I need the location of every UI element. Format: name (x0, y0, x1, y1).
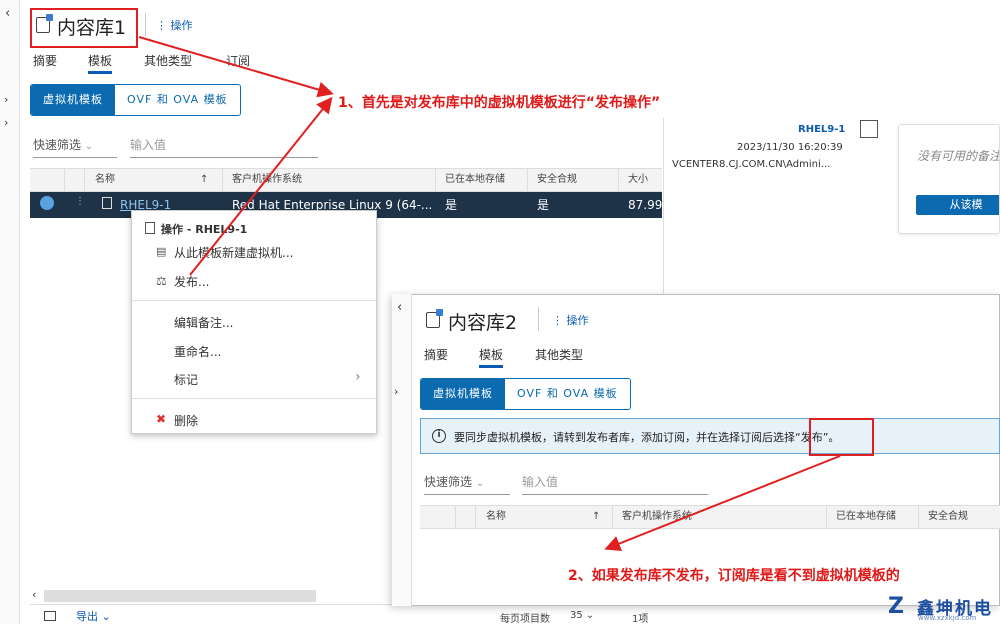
highlight-box-publish (809, 418, 874, 456)
arrow-to-empty-table (604, 455, 841, 552)
watermark-logo-icon: Z (888, 594, 904, 619)
watermark-url: www.xzxkjd.com (918, 614, 977, 622)
annotation-note-1: 1、首先是对发布库中的虚拟机模板进行“发布操作” (338, 95, 661, 111)
arrow-to-title (138, 36, 334, 98)
annotation-note-2: 2、如果发布库不发布，订阅库是看不到虚拟机模板的 (568, 568, 900, 584)
arrow-to-publish (189, 96, 333, 276)
